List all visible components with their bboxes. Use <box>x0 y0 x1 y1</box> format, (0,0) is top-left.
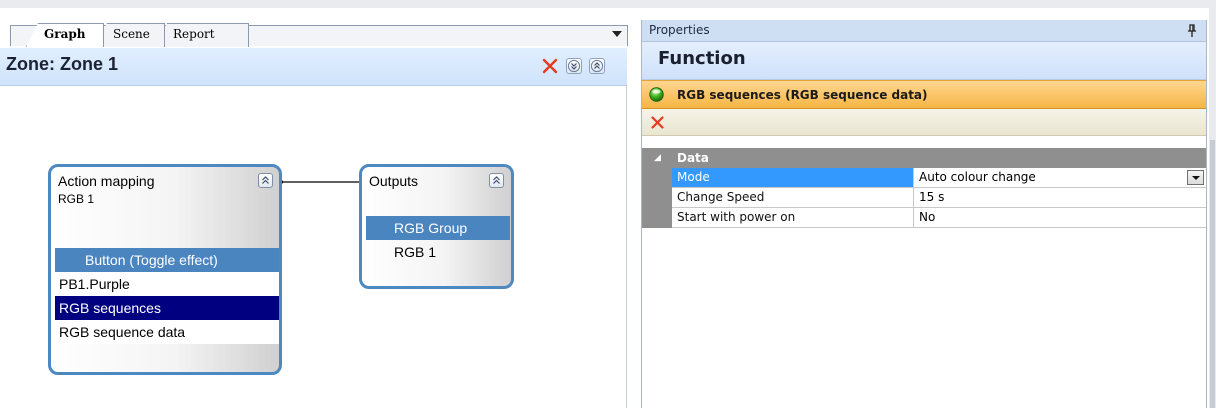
expand-all-icon <box>567 59 581 73</box>
property-row-start-with-power-on[interactable]: Start with power on No <box>672 208 1206 228</box>
tabs-dropdown-icon[interactable] <box>612 31 622 37</box>
outputs-collapse-button[interactable] <box>489 173 504 188</box>
grid-gutter <box>642 168 672 228</box>
action-mapping-title: Action mapping <box>58 173 155 189</box>
close-icon[interactable] <box>541 57 559 75</box>
action-item-button-toggle[interactable]: Button (Toggle effect) <box>55 248 279 272</box>
collapse-icon <box>493 176 500 184</box>
function-header: Function <box>642 42 1206 80</box>
mode-dropdown-button[interactable] <box>1187 170 1204 185</box>
action-item-rgb-sequence-data[interactable]: RGB sequence data <box>55 320 279 344</box>
action-toolbar <box>642 109 1206 136</box>
selected-item-label: RGB sequences (RGB sequence data) <box>677 88 928 102</box>
zone-header: Zone: Zone 1 <box>0 48 627 86</box>
outputs-title: Outputs <box>369 173 419 189</box>
tab-graph-label: Graph <box>44 27 86 41</box>
tab-report[interactable]: Report <box>155 23 249 47</box>
collapse-all-button[interactable] <box>589 58 605 74</box>
top-strip <box>0 0 1216 8</box>
tab-scene-label: Scene <box>113 27 150 41</box>
property-row-mode[interactable]: Mode Auto colour change <box>672 168 1206 188</box>
tab-report-label: Report <box>173 27 215 41</box>
property-name-start-with-power-on[interactable]: Start with power on <box>672 208 914 227</box>
window-scrollbar[interactable] <box>1209 0 1216 408</box>
graph-canvas[interactable]: Action mapping RGB 1 Button (Toggle effe… <box>0 86 626 408</box>
action-item-pb1-purple[interactable]: PB1.Purple <box>55 272 279 296</box>
properties-title-bar: Properties <box>642 20 1206 42</box>
property-value-mode[interactable]: Auto colour change <box>914 168 1206 187</box>
output-item-rgb-group[interactable]: RGB Group <box>366 216 510 240</box>
properties-title: Properties <box>649 23 710 37</box>
graph-panel: Report Scene Graph Zone: Zone 1 Action m… <box>0 8 628 408</box>
property-name-change-speed[interactable]: Change Speed <box>672 188 914 207</box>
green-status-icon <box>649 87 664 102</box>
tab-graph[interactable]: Graph <box>26 23 104 47</box>
outputs-node[interactable]: Outputs RGB Group RGB 1 <box>359 164 514 289</box>
category-label: Data <box>677 151 709 165</box>
pin-icon[interactable] <box>1187 24 1197 38</box>
property-value-change-speed[interactable]: 15 s <box>914 188 1206 207</box>
zone-title: Zone: Zone 1 <box>6 54 118 74</box>
property-value-mode-text: Auto colour change <box>919 170 1036 184</box>
function-title: Function <box>658 48 746 69</box>
selected-item-bar[interactable]: RGB sequences (RGB sequence data) <box>642 80 1206 109</box>
property-name-mode[interactable]: Mode <box>672 168 914 187</box>
collapse-all-icon <box>590 59 604 73</box>
expand-all-button[interactable] <box>566 58 582 74</box>
property-row-change-speed[interactable]: Change Speed 15 s <box>672 188 1206 208</box>
output-item-rgb-1[interactable]: RGB 1 <box>366 240 510 264</box>
tab-scene[interactable]: Scene <box>95 23 165 47</box>
collapse-icon <box>262 176 269 184</box>
action-mapping-subtitle: RGB 1 <box>58 192 95 206</box>
tab-strip: Report Scene Graph <box>0 8 628 48</box>
action-item-rgb-sequences[interactable]: RGB sequences <box>55 296 279 320</box>
delete-icon[interactable] <box>650 115 665 130</box>
action-mapping-node[interactable]: Action mapping RGB 1 Button (Toggle effe… <box>48 164 282 375</box>
category-data-row[interactable]: ◢ Data <box>642 148 1206 168</box>
property-value-start-with-power-on[interactable]: No <box>914 208 1206 227</box>
expand-arrow-icon[interactable]: ◢ <box>654 153 661 163</box>
scrollbar-thumb[interactable] <box>1210 140 1215 408</box>
action-mapping-collapse-button[interactable] <box>258 173 273 188</box>
properties-panel: Properties Function RGB sequences (RGB s… <box>641 20 1207 408</box>
